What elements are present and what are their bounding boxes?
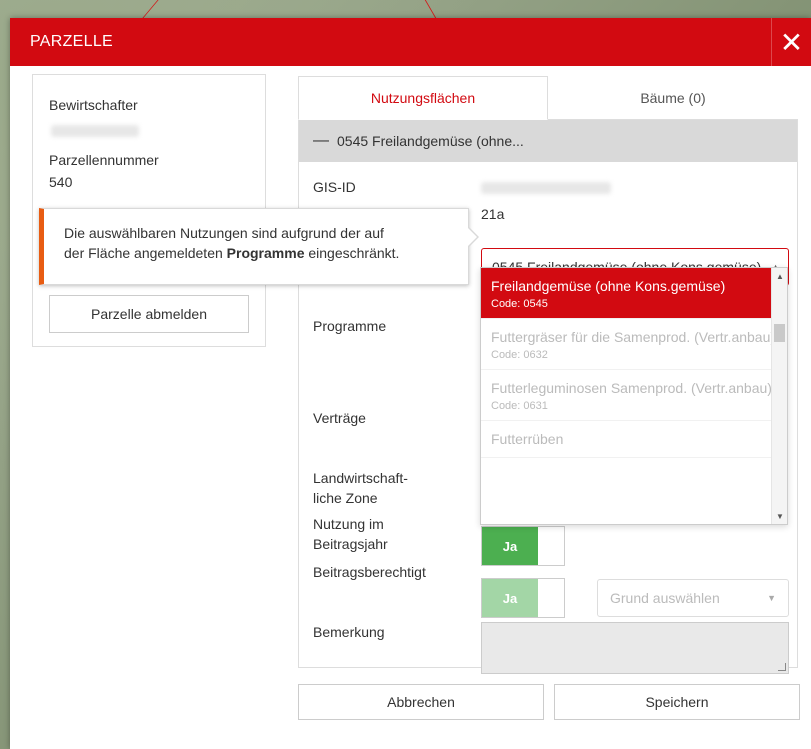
popover-text-bold: Programme: [226, 245, 305, 261]
nutzung-dropdown-list: Freilandgemüse (ohne Kons.gemüse) Code: …: [480, 267, 788, 525]
option-name: Futterrüben: [491, 431, 564, 447]
modal-header: PARZELLE ✕: [10, 18, 811, 66]
grund-select[interactable]: Grund auswählen ▼: [597, 579, 789, 617]
parzellennummer-value: 540: [49, 174, 73, 190]
beitragsberechtigt-toggle[interactable]: Ja: [481, 578, 565, 618]
accordion-header[interactable]: — 0545 Freilandgemüse (ohne...: [299, 120, 797, 162]
scrollbar-thumb[interactable]: [774, 324, 785, 342]
popover-text-line1: Die auswählbaren Nutzungen sind aufgrund…: [64, 225, 384, 241]
dropdown-option[interactable]: Futterleguminosen Samenprod. (Vertr.anba…: [481, 370, 787, 421]
dropdown-scrollbar[interactable]: ▲ ▼: [771, 268, 787, 524]
programme-label: Programme: [313, 318, 387, 334]
beitragsberechtigt-label: Beitragsberechtigt: [313, 564, 426, 580]
programme-info-popover: Die auswählbaren Nutzungen sind aufgrund…: [39, 208, 479, 285]
toggle-ja: Ja: [482, 579, 538, 617]
option-name: Futterleguminosen Samenprod. (Vertr.anba…: [491, 380, 772, 396]
popover-text-part: eingeschränkt.: [304, 245, 400, 261]
dropdown-option[interactable]: Futtergräser für die Samenprod. (Vertr.a…: [481, 319, 787, 370]
bemerkung-textarea[interactable]: [481, 622, 789, 674]
chevron-down-icon: ▼: [767, 593, 776, 603]
accordion-title: 0545 Freilandgemüse (ohne...: [337, 133, 524, 149]
scroll-down-icon[interactable]: ▼: [772, 508, 787, 524]
gis-id-label: GIS-ID: [313, 179, 356, 195]
zone-label-line1: Landwirtschaft-: [313, 470, 408, 486]
toggle-ja: Ja: [482, 527, 538, 565]
close-icon[interactable]: ✕: [771, 18, 811, 66]
toggle-knob: [538, 579, 564, 617]
nutzung-jahr-label-line1: Nutzung im: [313, 516, 384, 532]
parzellennummer-label: Parzellennummer: [49, 152, 159, 168]
zone-label-line2: liche Zone: [313, 490, 378, 506]
nutzung-jahr-toggle[interactable]: Ja: [481, 526, 565, 566]
resize-grip-icon[interactable]: [778, 663, 786, 671]
dropdown-option[interactable]: Freilandgemüse (ohne Kons.gemüse) Code: …: [481, 268, 787, 319]
gis-id-value-redacted: [481, 182, 611, 194]
parzelle-modal: PARZELLE ✕ Bewirtschafter Parzellennumme…: [10, 18, 811, 749]
bemerkung-label: Bemerkung: [313, 624, 385, 640]
cancel-button[interactable]: Abbrechen: [298, 684, 544, 720]
modal-title: PARZELLE: [30, 33, 114, 50]
tabs: Nutzungsflächen Bäume (0): [298, 76, 798, 120]
dropdown-option[interactable]: Futterrüben: [481, 421, 787, 458]
tab-nutzungsflaechen[interactable]: Nutzungsflächen: [298, 76, 548, 120]
option-code: Code: 0632: [491, 349, 548, 361]
tab-baeume[interactable]: Bäume (0): [548, 76, 798, 120]
collapse-icon: —: [313, 132, 329, 149]
save-button[interactable]: Speichern: [554, 684, 800, 720]
popover-arrow: [468, 227, 479, 247]
flaeche-value: 21a: [481, 206, 505, 222]
bewirtschafter-value-redacted: [51, 125, 139, 137]
scroll-up-icon[interactable]: ▲: [772, 268, 787, 284]
vertraege-label: Verträge: [313, 410, 366, 426]
option-name: Freilandgemüse (ohne Kons.gemüse): [491, 278, 726, 294]
option-code: Code: 0631: [491, 400, 548, 412]
map-parcel-line: [142, 0, 318, 18]
grund-select-placeholder: Grund auswählen: [610, 590, 720, 606]
toggle-knob: [538, 527, 564, 565]
nutzung-jahr-label-line2: Beitragsjahr: [313, 536, 388, 552]
bewirtschafter-label: Bewirtschafter: [49, 97, 138, 113]
popover-text-part: der Fläche angemeldeten: [64, 245, 227, 261]
option-code: Code: 0545: [491, 298, 548, 310]
parzelle-abmelden-button[interactable]: Parzelle abmelden: [49, 295, 249, 333]
option-name: Futtergräser für die Samenprod. (Vertr.a…: [491, 329, 776, 345]
popover-text-line2: der Fläche angemeldeten Programme einges…: [64, 243, 452, 263]
